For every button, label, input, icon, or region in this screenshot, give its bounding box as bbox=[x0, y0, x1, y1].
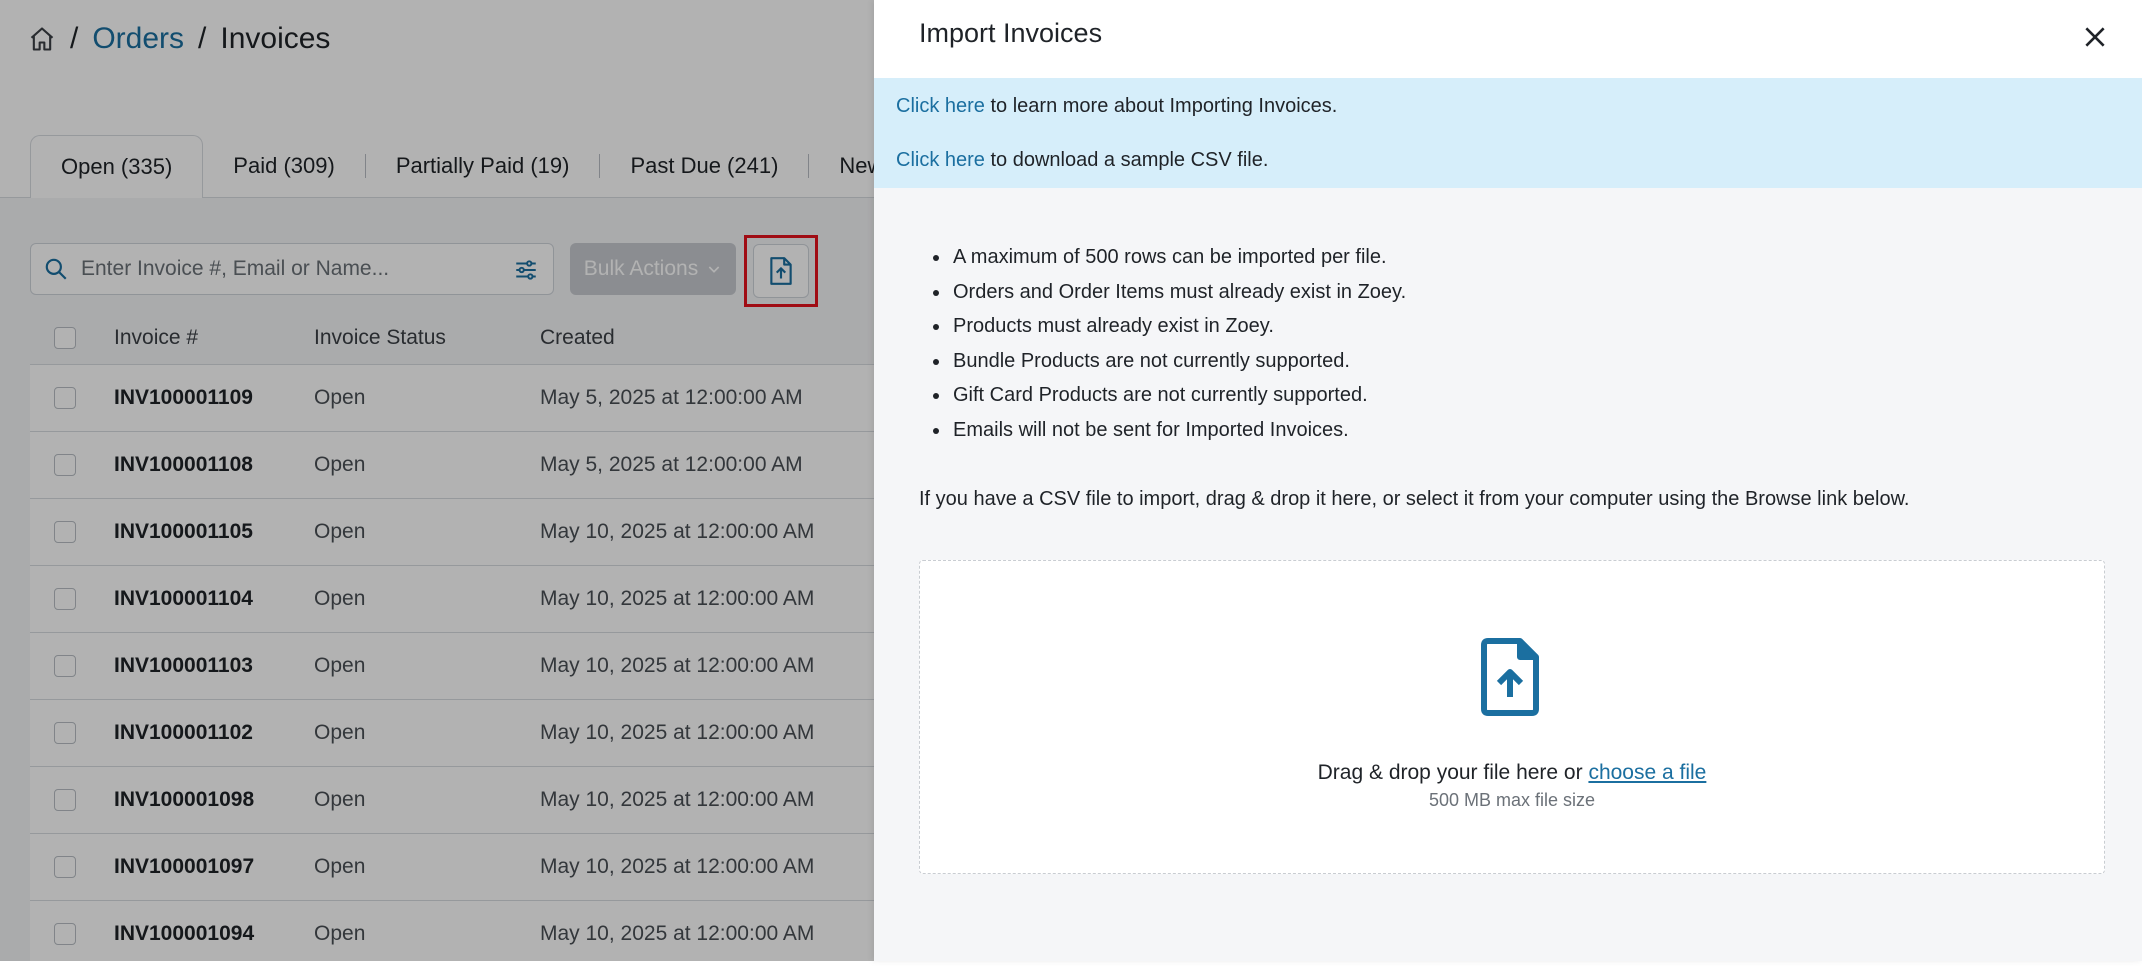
rule-item: Gift Card Products are not currently sup… bbox=[951, 378, 1406, 413]
learn-more-text: to learn more about Importing Invoices. bbox=[984, 95, 1338, 117]
rule-item: Bundle Products are not currently suppor… bbox=[951, 344, 1406, 379]
file-dropzone[interactable]: Drag & drop your file here or choose a f… bbox=[919, 560, 2105, 874]
close-icon bbox=[2085, 27, 2105, 47]
info-sample-csv: Click here to download a sample CSV file… bbox=[896, 149, 1268, 172]
import-instruction: If you have a CSV file to import, drag &… bbox=[919, 488, 1910, 510]
invoices-page: / Orders / Invoices Open (335) Paid (309… bbox=[0, 0, 2142, 967]
modal-backdrop[interactable] bbox=[0, 0, 874, 961]
dropzone-prompt: Drag & drop your file here or bbox=[1317, 761, 1589, 784]
sample-csv-text: to download a sample CSV file. bbox=[984, 149, 1269, 171]
import-rules-list: A maximum of 500 rows can be imported pe… bbox=[921, 240, 1406, 447]
panel-header: Import Invoices bbox=[874, 0, 2142, 79]
file-upload-icon bbox=[1481, 638, 1539, 716]
rule-item: Products must already exist in Zoey. bbox=[951, 309, 1406, 344]
import-invoices-panel: Import Invoices Click here to learn more… bbox=[874, 0, 2142, 961]
close-button[interactable] bbox=[2078, 20, 2112, 54]
info-box: Click here to learn more about Importing… bbox=[874, 78, 2142, 188]
dropzone-text: Drag & drop your file here or choose a f… bbox=[920, 761, 2104, 785]
learn-more-link[interactable]: Click here bbox=[896, 95, 985, 117]
panel-title: Import Invoices bbox=[919, 18, 1103, 48]
rule-item: A maximum of 500 rows can be imported pe… bbox=[951, 240, 1406, 275]
sample-csv-link[interactable]: Click here bbox=[896, 149, 985, 171]
info-learn-more: Click here to learn more about Importing… bbox=[896, 95, 1337, 118]
rule-item: Orders and Order Items must already exis… bbox=[951, 275, 1406, 310]
choose-file-link[interactable]: choose a file bbox=[1588, 761, 1706, 784]
rule-item: Emails will not be sent for Imported Inv… bbox=[951, 413, 1406, 448]
max-file-size: 500 MB max file size bbox=[1428, 790, 1596, 810]
